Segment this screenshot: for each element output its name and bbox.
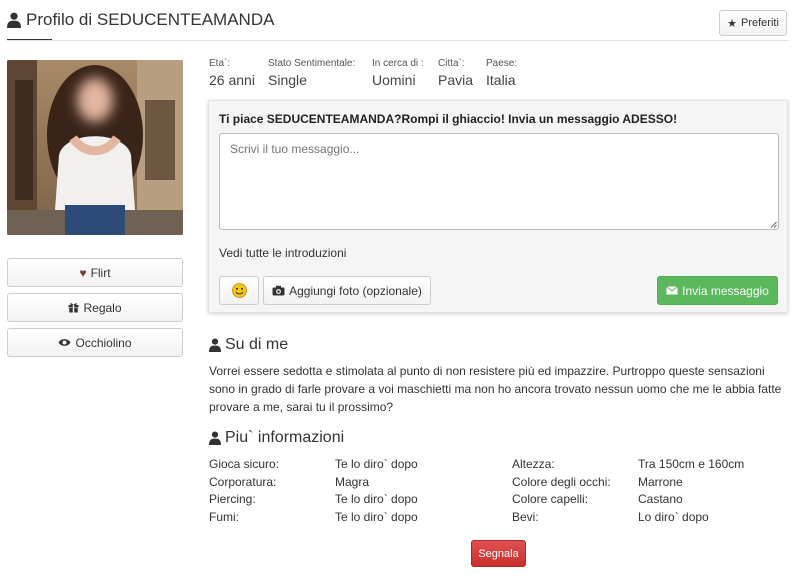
- user-icon: [7, 12, 21, 28]
- flirt-button[interactable]: ♥ Flirt: [7, 258, 183, 287]
- about-text: Vorrei essere sedotta e stimolata al pun…: [209, 364, 782, 414]
- add-photo-button[interactable]: Aggiungi foto (opzionale): [263, 276, 431, 305]
- info-country: Paese: Italia: [486, 58, 517, 88]
- detail-label: Colore degli occhi:: [512, 474, 611, 489]
- send-message-label: Invia messaggio: [682, 283, 769, 298]
- detail-value: Magra: [335, 474, 370, 489]
- city-label: Citta`:: [438, 58, 465, 69]
- profile-header: Profilo di SEDUCENTEAMANDA ★ Preferiti: [0, 0, 800, 42]
- details-left-values: Te lo diro` dopo Magra Te lo diro` dopo …: [335, 456, 418, 526]
- user-icon: [209, 338, 221, 352]
- seeking-value: Uomini: [372, 72, 416, 88]
- wink-label: Occhiolino: [75, 335, 132, 350]
- age-value: 26 anni: [209, 72, 255, 88]
- user-icon: [209, 431, 221, 445]
- envelope-icon: [666, 286, 678, 295]
- details-left-labels: Gioca sicuro: Corporatura: Piercing: Fum…: [209, 456, 279, 526]
- camera-icon: [272, 285, 285, 296]
- detail-label: Bevi:: [512, 509, 539, 524]
- report-label: Segnala: [478, 547, 519, 560]
- message-textarea[interactable]: [219, 133, 779, 230]
- detail-label: Colore capelli:: [512, 492, 589, 506]
- city-value: Pavia: [438, 72, 474, 88]
- favorites-button[interactable]: ★ Preferiti: [719, 10, 787, 36]
- detail-label: Piercing:: [209, 492, 256, 506]
- details-right-values: Tra 150cm e 160cm Marrone Castano Lo dir…: [638, 456, 744, 526]
- detail-label: Corporatura:: [209, 474, 277, 489]
- add-photo-label: Aggiungi foto (opzionale): [289, 283, 422, 298]
- country-label: Paese:: [486, 58, 518, 69]
- info-status: Stato Sentimentale: Single: [268, 58, 355, 88]
- seeking-label: In cerca di :: [372, 58, 424, 69]
- detail-value: Marrone: [638, 474, 683, 489]
- detail-value: Te lo diro` dopo: [335, 457, 418, 471]
- details-title: Piu` informazioni: [209, 429, 344, 447]
- status-value: Single: [268, 72, 307, 88]
- detail-label: Gioca sicuro:: [209, 457, 280, 471]
- about-title-text: Su di me: [225, 336, 289, 353]
- star-icon: ★: [727, 17, 737, 30]
- message-panel: Ti piace SEDUCENTEAMANDA?Rompi il ghiacc…: [208, 100, 788, 313]
- profile-photo-image: [7, 60, 183, 235]
- status-label: Stato Sentimentale:: [268, 58, 356, 69]
- details-title-text: Piu` informazioni: [225, 429, 345, 446]
- info-city: Citta`: Pavia: [438, 58, 473, 88]
- info-seeking: In cerca di : Uomini: [372, 58, 424, 88]
- detail-value: Tra 150cm e 160cm: [638, 457, 745, 471]
- eye-icon: [58, 339, 71, 346]
- message-heading: Ti piace SEDUCENTEAMANDA?Rompi il ghiacc…: [219, 112, 678, 126]
- heart-icon: ♥: [79, 265, 87, 280]
- detail-label: Fumi:: [209, 509, 239, 524]
- country-value: Italia: [486, 72, 516, 88]
- detail-label: Altezza:: [512, 457, 555, 471]
- favorites-label: Preferiti: [740, 17, 779, 29]
- header-divider: [7, 40, 789, 41]
- page-title-text: Profilo di SEDUCENTEAMANDA: [26, 10, 275, 29]
- about-title: Su di me: [209, 336, 288, 354]
- detail-value: Lo diro` dopo: [638, 509, 709, 524]
- smiley-icon: [231, 283, 247, 298]
- gift-icon: [68, 303, 79, 313]
- detail-value: Castano: [638, 492, 683, 506]
- detail-value: Te lo diro` dopo: [335, 492, 418, 506]
- profile-photo[interactable]: [7, 60, 183, 235]
- emoji-button[interactable]: [219, 276, 259, 305]
- age-label: Eta`:: [209, 58, 231, 69]
- gift-label: Regalo: [83, 300, 122, 315]
- detail-value: Te lo diro` dopo: [335, 509, 418, 524]
- page-title: Profilo di SEDUCENTEAMANDA: [7, 10, 274, 30]
- info-age: Eta`: 26 anni: [209, 58, 255, 88]
- wink-button[interactable]: Occhiolino: [7, 328, 183, 357]
- report-button[interactable]: Segnala: [471, 540, 526, 567]
- resize-handle-icon[interactable]: [770, 221, 777, 228]
- view-introductions-link[interactable]: Vedi tutte le introduzioni: [219, 246, 346, 260]
- flirt-label: Flirt: [90, 265, 111, 280]
- send-message-button[interactable]: Invia messaggio: [657, 276, 778, 305]
- details-right-labels: Altezza: Colore degli occhi: Colore cape…: [512, 456, 611, 526]
- gift-button[interactable]: Regalo: [7, 293, 183, 322]
